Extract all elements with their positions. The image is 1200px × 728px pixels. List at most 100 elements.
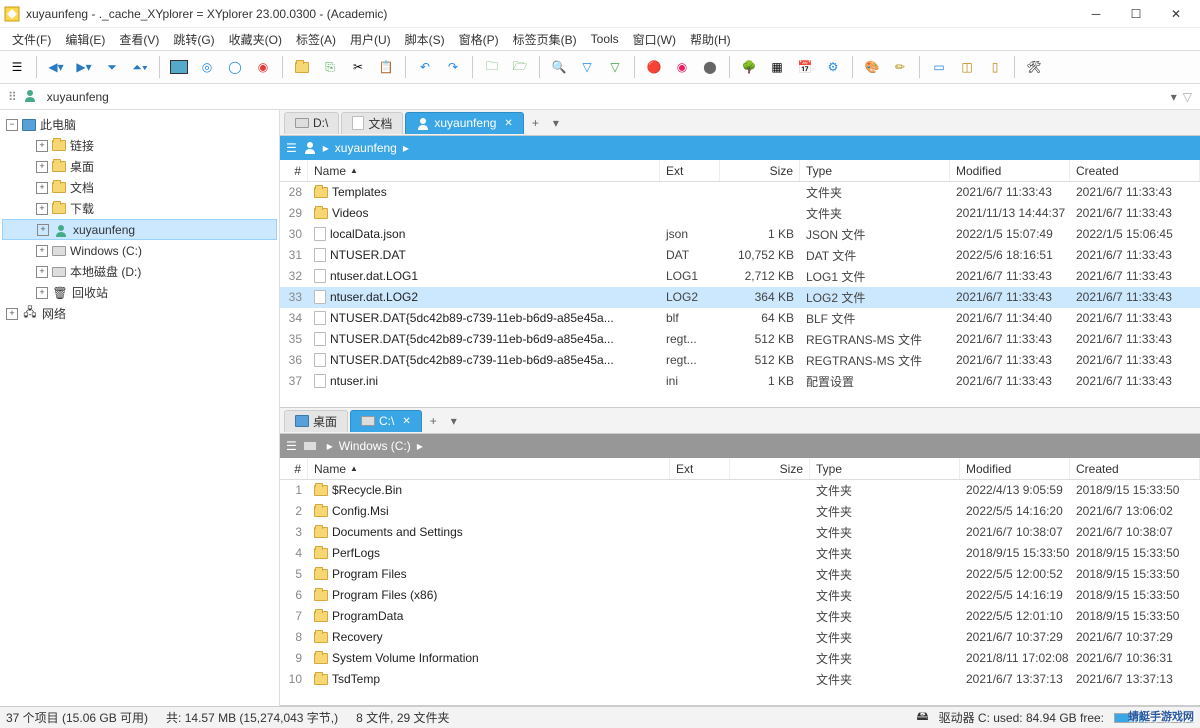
list-item[interactable]: 1$Recycle.Bin文件夹2022/4/13 9:05:592018/9/… — [280, 480, 1200, 501]
menu-item[interactable]: 用户(U) — [344, 29, 397, 50]
dropdown-icon[interactable]: ▾ — [1171, 90, 1177, 104]
tab-dropdown-icon[interactable]: ▾ — [445, 414, 463, 428]
expand-icon[interactable]: + — [36, 287, 48, 299]
menu-item[interactable]: 跳转(G) — [167, 29, 220, 50]
col-type[interactable]: Type — [810, 458, 960, 479]
close-icon[interactable]: ✕ — [402, 416, 410, 427]
hamburger-icon[interactable]: ☰ — [286, 439, 297, 453]
menu-item[interactable]: 标签(A) — [290, 29, 342, 50]
col-index[interactable]: # — [280, 160, 308, 181]
search-circle-icon[interactable]: ◯ — [224, 56, 246, 78]
filter-active-icon[interactable]: ▽ — [604, 56, 626, 78]
color-wheel-icon[interactable]: 🔴 — [643, 56, 665, 78]
chevron-right-icon[interactable]: ▸ — [323, 141, 329, 155]
list-item[interactable]: 6Program Files (x86)文件夹2022/5/5 14:16:19… — [280, 585, 1200, 606]
chevron-right-icon[interactable]: ▸ — [417, 439, 423, 453]
col-ext[interactable]: Ext — [660, 160, 720, 181]
expand-icon[interactable]: + — [36, 203, 48, 215]
list-item[interactable]: 33ntuser.dat.LOG2LOG2364 KBLOG2 文件2021/6… — [280, 287, 1200, 308]
play-circle-icon[interactable]: ◉ — [252, 56, 274, 78]
list-item[interactable]: 28Templates文件夹2021/6/7 11:33:432021/6/7 … — [280, 182, 1200, 203]
chevron-right-icon[interactable]: ▸ — [327, 439, 333, 453]
console-icon[interactable] — [168, 56, 190, 78]
gear-icon[interactable]: ⚙ — [822, 56, 844, 78]
menu-item[interactable]: 窗口(W) — [627, 29, 682, 50]
chevron-right-icon[interactable]: ▸ — [403, 141, 409, 155]
tab[interactable]: D:\ — [284, 112, 339, 134]
expand-icon[interactable]: + — [6, 308, 18, 320]
expand-icon[interactable]: + — [36, 266, 48, 278]
list-item[interactable]: 30localData.jsonjson1 KBJSON 文件2022/1/5 … — [280, 224, 1200, 245]
menu-item[interactable]: Tools — [585, 30, 625, 48]
copy-icon[interactable]: ⎘ — [319, 56, 341, 78]
col-modified[interactable]: Modified — [950, 160, 1070, 181]
col-name[interactable]: Name▲ — [308, 458, 670, 479]
list-item[interactable]: 37ntuser.iniini1 KB配置设置2021/6/7 11:33:43… — [280, 371, 1200, 392]
down-button[interactable]: ⏷ — [101, 56, 123, 78]
new-tab-button[interactable]: + — [526, 116, 545, 130]
close-icon[interactable]: ✕ — [504, 118, 512, 129]
highlight-icon[interactable]: ✏ — [889, 56, 911, 78]
tab[interactable]: xuyaunfeng✕ — [405, 112, 523, 134]
redo-icon[interactable]: ↷ — [442, 56, 464, 78]
menu-item[interactable]: 窗格(P) — [453, 29, 505, 50]
tab-dropdown-icon[interactable]: ▾ — [547, 116, 565, 130]
cut-icon[interactable]: ✂ — [347, 56, 369, 78]
breadcrumb-segment[interactable]: xuyaunfeng — [335, 141, 397, 155]
bottom-breadcrumb[interactable]: ☰ ▸ Windows (C:) ▸ — [280, 434, 1200, 458]
palette-icon[interactable]: 🎨 — [861, 56, 883, 78]
list-item[interactable]: 8Recovery文件夹2021/6/7 10:37:292021/6/7 10… — [280, 627, 1200, 648]
col-index[interactable]: # — [280, 458, 308, 479]
back-button[interactable]: ◀▾ — [45, 56, 67, 78]
tree-node[interactable]: +🗑回收站 — [2, 282, 277, 303]
list-item[interactable]: 9System Volume Information文件夹2021/8/11 1… — [280, 648, 1200, 669]
list-item[interactable]: 2Config.Msi文件夹2022/5/5 14:16:202021/6/7 … — [280, 501, 1200, 522]
list-item[interactable]: 32ntuser.dat.LOG1LOG12,712 KBLOG1 文件2021… — [280, 266, 1200, 287]
tab[interactable]: 文档 — [341, 112, 403, 134]
tree-node[interactable]: +Windows (C:) — [2, 240, 277, 261]
tree-node[interactable]: +本地磁盘 (D:) — [2, 261, 277, 282]
tree-node[interactable]: +文档 — [2, 177, 277, 198]
list-item[interactable]: 10TsdTemp文件夹2021/6/7 13:37:132021/6/7 13… — [280, 669, 1200, 690]
list-item[interactable]: 7ProgramData文件夹2022/5/5 12:01:102018/9/1… — [280, 606, 1200, 627]
tree-network[interactable]: + 🖧 网络 — [2, 303, 277, 324]
tree-node[interactable]: +下载 — [2, 198, 277, 219]
panel-mini-icon[interactable]: ▯ — [984, 56, 1006, 78]
expand-icon[interactable]: + — [36, 245, 48, 257]
grid-icon[interactable]: ▦ — [766, 56, 788, 78]
filter-icon[interactable]: ▽ — [576, 56, 598, 78]
menu-item[interactable]: 收藏夹(O) — [223, 29, 288, 50]
menu-item[interactable]: 查看(V) — [113, 29, 165, 50]
close-button[interactable]: ✕ — [1156, 1, 1196, 27]
panel-split-icon[interactable]: ◫ — [956, 56, 978, 78]
expand-icon[interactable]: + — [36, 140, 48, 152]
list-item[interactable]: 31NTUSER.DATDAT10,752 KBDAT 文件2022/5/6 1… — [280, 245, 1200, 266]
target-icon[interactable]: ◎ — [196, 56, 218, 78]
tree-root-computer[interactable]: − 此电脑 — [2, 114, 277, 135]
new-tab-button[interactable]: + — [424, 414, 443, 428]
collapse-icon[interactable]: − — [6, 119, 18, 131]
minimize-button[interactable]: ─ — [1076, 1, 1116, 27]
search-icon[interactable]: 🔍 — [548, 56, 570, 78]
col-type[interactable]: Type — [800, 160, 950, 181]
list-item[interactable]: 34NTUSER.DAT{5dc42b89-c739-11eb-b6d9-a85… — [280, 308, 1200, 329]
drag-handle-icon[interactable]: ⠿ — [8, 90, 17, 104]
expand-icon[interactable]: + — [37, 224, 49, 236]
top-breadcrumb[interactable]: ☰ ▸ xuyaunfeng ▸ — [280, 136, 1200, 160]
panel-single-icon[interactable]: ▭ — [928, 56, 950, 78]
folder-tree-icon[interactable]: 🗀 — [481, 56, 503, 78]
folder-tree[interactable]: − 此电脑 +链接+桌面+文档+下载+xuyaunfeng+Windows (C… — [0, 110, 280, 706]
col-created[interactable]: Created — [1070, 458, 1200, 479]
tree-icon[interactable]: 🌳 — [738, 56, 760, 78]
bottom-list-body[interactable]: 1$Recycle.Bin文件夹2022/4/13 9:05:592018/9/… — [280, 480, 1200, 705]
tree-node[interactable]: +链接 — [2, 135, 277, 156]
folder-flat-icon[interactable]: 🗁 — [509, 56, 531, 78]
address-path[interactable]: xuyaunfeng — [43, 90, 1165, 104]
col-ext[interactable]: Ext — [670, 458, 730, 479]
col-name[interactable]: Name▲ — [308, 160, 660, 181]
menu-item[interactable]: 标签页集(B) — [507, 29, 583, 50]
list-item[interactable]: 5Program Files文件夹2022/5/5 12:00:522018/9… — [280, 564, 1200, 585]
col-modified[interactable]: Modified — [960, 458, 1070, 479]
maximize-button[interactable]: ☐ — [1116, 1, 1156, 27]
up-button[interactable]: ⏶▾ — [129, 56, 151, 78]
